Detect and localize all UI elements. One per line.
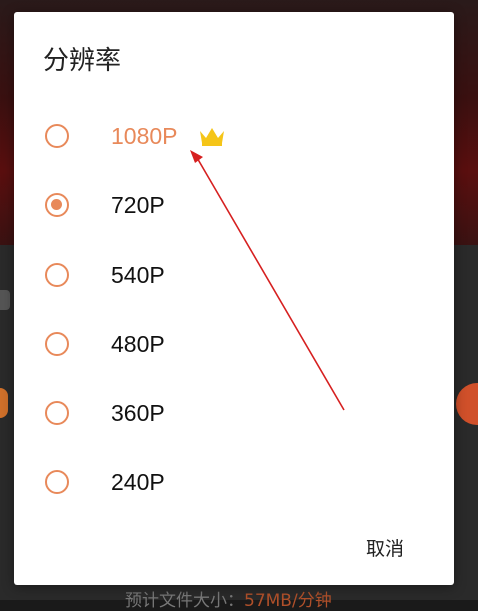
option-540p[interactable]: 540P xyxy=(14,248,454,308)
crown-icon xyxy=(200,128,224,146)
background-left-button xyxy=(0,388,8,418)
option-label: 1080P xyxy=(111,123,178,149)
radio-unchecked[interactable] xyxy=(45,332,69,356)
option-label: 360P xyxy=(111,400,165,426)
cancel-button[interactable]: 取消 xyxy=(366,534,404,561)
option-label: 480P xyxy=(111,331,165,357)
option-1080p[interactable]: 1080P xyxy=(14,109,454,169)
file-size-label: 预计文件大小： xyxy=(125,591,244,611)
option-720p[interactable]: 720P xyxy=(14,178,454,238)
option-240p[interactable]: 240P xyxy=(14,455,454,515)
file-size-value: 57MB/分钟 xyxy=(244,591,332,611)
option-label: 240P xyxy=(111,469,165,495)
radio-unchecked[interactable] xyxy=(45,401,69,425)
radio-checked[interactable] xyxy=(45,193,69,217)
radio-unchecked[interactable] xyxy=(45,263,69,287)
background-file-size-text: 预计文件大小：57MB/分钟 xyxy=(125,586,332,611)
option-label: 720P xyxy=(111,192,165,218)
resolution-dialog: 分辨率 1080P 720P 540P 480P 360P 240P 取消 xyxy=(14,12,454,585)
dialog-title: 分辨率 xyxy=(43,46,122,76)
radio-unchecked[interactable] xyxy=(45,124,69,148)
background-left-control xyxy=(0,290,10,310)
option-360p[interactable]: 360P xyxy=(14,386,454,446)
radio-unchecked[interactable] xyxy=(45,470,69,494)
option-label: 540P xyxy=(111,262,165,288)
option-480p[interactable]: 480P xyxy=(14,317,454,377)
